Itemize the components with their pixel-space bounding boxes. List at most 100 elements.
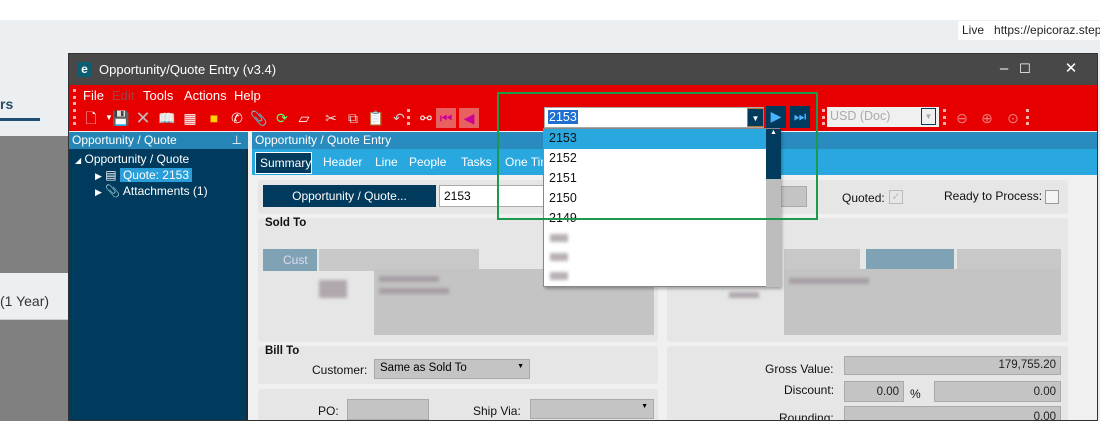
redacted-item[interactable]	[550, 253, 568, 261]
currency-select[interactable]: USD (Doc) ▼	[827, 107, 939, 127]
background-tab[interactable]: rs	[0, 96, 13, 112]
first-record-icon[interactable]: ⏮	[436, 108, 456, 128]
background-tab-underline	[0, 118, 40, 121]
tree-item-attachments[interactable]: ▶ 📎 Attachments (1)	[95, 184, 208, 198]
browser-top	[0, 0, 1100, 20]
document-icon: ▤	[105, 168, 117, 182]
sold-to-heading: Sold To	[265, 217, 307, 229]
menu-file[interactable]: File	[83, 88, 104, 103]
chevron-down-icon: ▼	[921, 108, 936, 125]
grip-icon[interactable]	[943, 109, 946, 125]
ship-to-button[interactable]	[866, 249, 954, 271]
eraser-icon[interactable]: ▱	[294, 108, 314, 128]
ship-via-label: Ship Via:	[473, 404, 521, 418]
percent-sign: %	[910, 387, 921, 401]
bill-to-customer-select[interactable]: Same as Sold To ▼	[374, 359, 530, 379]
opportunity-quote-button[interactable]: Opportunity / Quote...	[263, 185, 436, 207]
po-input[interactable]	[347, 399, 429, 420]
tree-item-label: Quote: 2153	[119, 168, 193, 182]
undo-icon[interactable]: ↶	[389, 108, 409, 128]
menu-edit[interactable]: Edit	[112, 88, 134, 103]
cut-icon[interactable]: ✂	[321, 108, 341, 128]
tree-root-label: Opportunity / Quote	[84, 152, 190, 166]
menu-tools[interactable]: Tools	[143, 88, 173, 103]
left-panel-header: Opportunity / Quote ⊥	[69, 132, 248, 149]
background-overlay	[0, 136, 70, 273]
expand-icon[interactable]: ◢	[75, 156, 81, 165]
search-binoculars-icon[interactable]: ⚯	[416, 108, 436, 128]
calendar-icon[interactable]: ▦	[180, 108, 200, 128]
quoted-checkbox[interactable]: ✓	[889, 190, 903, 204]
grip-icon[interactable]	[73, 109, 76, 125]
tree-root[interactable]: ◢ Opportunity / Quote	[75, 152, 189, 166]
tab-people[interactable]: People	[409, 155, 446, 169]
highlight-annotation	[497, 92, 818, 220]
tab-tasks[interactable]: Tasks	[461, 155, 492, 169]
grip-icon[interactable]	[822, 109, 825, 125]
maximize-button[interactable]: ☐	[1005, 58, 1045, 80]
url-text: https://epicoraz.steph	[994, 23, 1100, 37]
field[interactable]	[784, 249, 860, 271]
paste-icon[interactable]: 📋	[366, 108, 386, 128]
redacted-item[interactable]	[550, 272, 568, 280]
tree-item-label: Attachments (1)	[122, 184, 208, 198]
field[interactable]	[957, 249, 1061, 271]
redacted-text	[319, 280, 347, 298]
expand-icon[interactable]: ▶	[95, 187, 102, 197]
grip-icon[interactable]	[407, 109, 410, 125]
previous-record-icon[interactable]: ◀	[459, 108, 479, 128]
redacted-item[interactable]	[550, 234, 568, 242]
bill-to-heading: Bill To	[265, 345, 300, 357]
currency-value: USD (Doc)	[830, 109, 891, 123]
ready-to-process-checkbox[interactable]	[1045, 190, 1059, 204]
customer-button[interactable]: Cust	[263, 249, 317, 271]
attachment-icon: 📎	[105, 184, 121, 198]
redacted-text	[789, 278, 869, 284]
background-period: (1 Year)	[0, 293, 50, 309]
redacted-text	[729, 292, 759, 298]
note-icon[interactable]: ■	[204, 108, 224, 128]
redacted-text	[379, 288, 449, 294]
redacted-text	[379, 276, 439, 282]
phone-icon[interactable]: ✆	[227, 108, 247, 128]
discount-amount-input[interactable]: 0.00	[934, 381, 1061, 402]
forward-icon[interactable]: ⊕	[977, 108, 997, 128]
quoted-label: Quoted:	[842, 191, 885, 205]
live-label: Live	[962, 23, 985, 37]
left-panel-title: Opportunity / Quote	[72, 133, 177, 147]
rounding-field: 0.00	[844, 406, 1061, 420]
customer-label: Customer:	[312, 363, 368, 377]
new-icon[interactable]: 🗋	[81, 108, 101, 128]
environment-url: Live https://epicoraz.steph	[958, 21, 1100, 40]
discount-percent-input[interactable]: 0.00	[844, 381, 904, 402]
app-logo-icon: e	[77, 62, 92, 77]
tab-header[interactable]: Header	[323, 155, 362, 169]
attachment-icon[interactable]: 📎	[249, 108, 269, 128]
bill-to-customer-value: Same as Sold To	[380, 362, 467, 374]
grip-icon[interactable]	[73, 89, 76, 105]
discount-label: Discount:	[784, 383, 835, 397]
gross-value-field: 179,755.20	[844, 356, 1061, 375]
close-button[interactable]: ✕	[1051, 58, 1091, 80]
delete-icon[interactable]: ✕	[133, 108, 153, 128]
home-icon[interactable]: ⊙	[1003, 108, 1023, 128]
tab-summary[interactable]: Summary	[255, 152, 312, 174]
title-bar[interactable]: e Opportunity/Quote Entry (v3.4) – ☐ ✕	[69, 54, 1097, 85]
copy-icon[interactable]: ⧉	[343, 108, 363, 128]
save-icon[interactable]: 💾	[111, 108, 131, 128]
chevron-down-icon: ▼	[517, 363, 524, 370]
ship-via-select[interactable]: ▼	[530, 399, 654, 419]
open-book-icon[interactable]: 📖	[157, 108, 177, 128]
menu-help[interactable]: Help	[234, 88, 261, 103]
menu-actions[interactable]: Actions	[184, 88, 227, 103]
rounding-label: Rounding:	[779, 411, 834, 421]
refresh-icon[interactable]: ⟳	[272, 108, 292, 128]
background-overlay	[0, 320, 70, 421]
tree-item-quote[interactable]: ▶ ▤ Quote: 2153	[95, 168, 193, 182]
grip-icon[interactable]	[1026, 109, 1029, 125]
customer-id-field[interactable]	[319, 249, 479, 271]
pin-icon[interactable]: ⊥	[232, 133, 242, 147]
back-icon[interactable]: ⊖	[952, 108, 972, 128]
tab-line[interactable]: Line	[375, 155, 398, 169]
expand-icon[interactable]: ▶	[95, 171, 102, 181]
